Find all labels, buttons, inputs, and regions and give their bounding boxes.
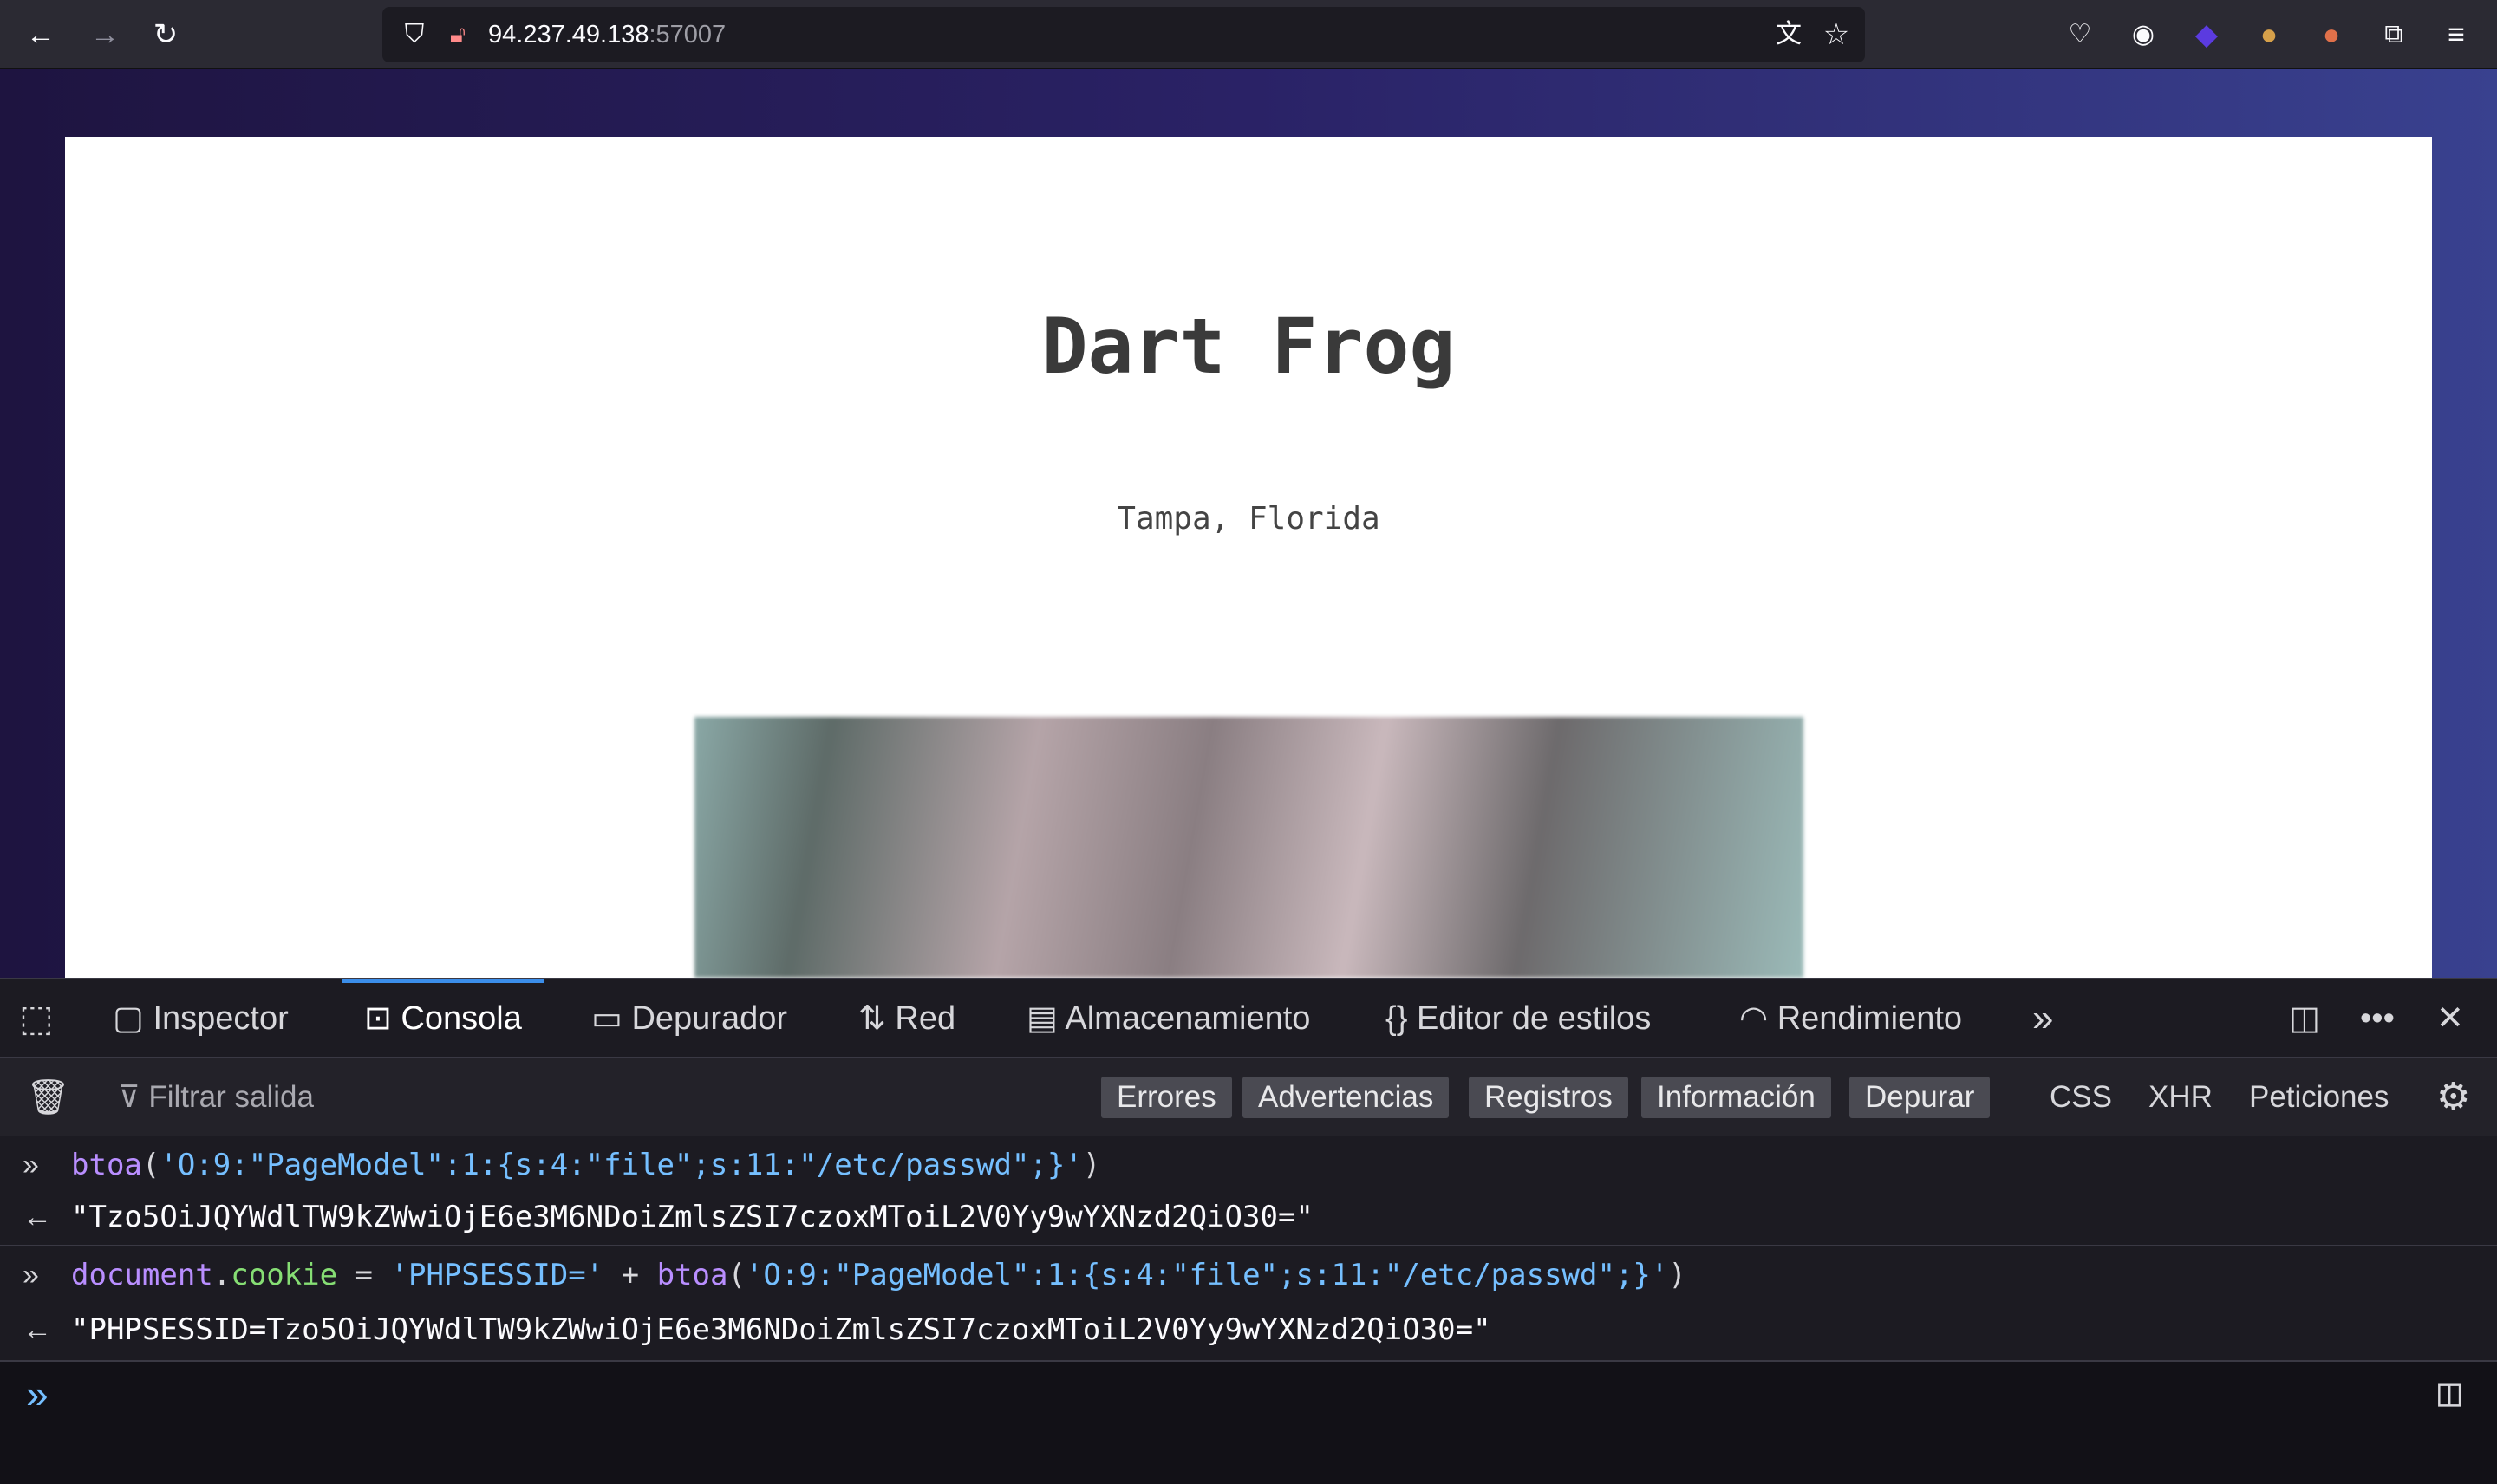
code-punct: ) [1082,1148,1101,1182]
tab-label: Depurador [631,1000,788,1037]
tab-label: Editor de estilos [1416,1000,1652,1037]
filter-css[interactable]: CSS [2050,1077,2112,1118]
code-fn: btoa [71,1148,142,1182]
menu-icon[interactable]: ≡ [2435,0,2478,69]
console-input-line: » btoa('O:9:"PageModel":1:{s:4:"file";s:1… [0,1136,2497,1194]
console-result-line: ← "Tzo5OiJQYWdlTW9kZWwiOjE6e3M6NDoiZmlsZS… [0,1188,2497,1246]
account-icon[interactable]: ◉ [2122,0,2165,69]
code-punct: ( [141,1148,160,1182]
tab-label: Almacenamiento [1065,1000,1311,1037]
console-input-line: » document.cookie = 'PHPSESSID=' + btoa('… [0,1246,2497,1304]
trash-icon[interactable]: 🗑︎ [26,1077,70,1118]
url-bar[interactable]: ⛉ 🔓︎ 94.237.49.138:57007 文 ☆ [382,7,1865,62]
code-string: 'O:9:"PageModel":1:{s:4:"file";s:11:"/et… [160,1148,1083,1182]
settings-gear-icon[interactable]: ⚙ [2436,1077,2470,1118]
page-viewport: Dart Frog Tampa, Florida [0,69,2497,978]
level-logs[interactable]: Registros [1469,1077,1628,1118]
level-info[interactable]: Información [1641,1077,1831,1118]
code-punct: ( [727,1258,746,1292]
code-punct: ) [1668,1258,1686,1292]
more-options-icon[interactable]: ••• [2360,979,2395,1058]
extension-badge-icon[interactable]: ● [2310,0,2353,69]
tab-network[interactable]: ⇅ Red [858,979,955,1058]
tab-label: Red [895,1000,956,1037]
code-prop: cookie [231,1258,338,1292]
code-punct: . [212,1258,231,1292]
code-string: 'O:9:"PageModel":1:{s:4:"file";s:11:"/et… [745,1258,1669,1292]
page-title: Dart Frog [1041,302,1456,391]
tab-performance[interactable]: ◠ Rendimiento [1739,979,1962,1058]
url-port: :57007 [649,21,727,49]
code-fn: btoa [656,1258,728,1292]
result-value: "PHPSESSID=Tzo5OiJQYWdlTW9kZWwiOjE6e3M6N… [71,1312,1491,1347]
tab-console[interactable]: ⊡ Consola [342,979,544,1058]
dock-icon[interactable]: ◫ [2289,979,2320,1058]
filter-requests[interactable]: Peticiones [2249,1077,2389,1118]
extensions-icon[interactable]: ⧉ [2372,0,2416,69]
more-tabs-icon[interactable]: » [2032,979,2053,1058]
element-picker-icon[interactable]: ⬚ [19,979,54,1058]
frog-photo [694,717,1803,978]
filter-placeholder: Filtrar salida [148,1080,314,1114]
page-subtitle: Tampa, Florida [1117,501,1380,537]
code-punct: = [337,1258,391,1292]
console-input[interactable]: » ◫ [0,1362,2497,1484]
extension-icon[interactable]: ◆ [2185,0,2228,69]
tab-storage[interactable]: ▤ Almacenamiento [1027,979,1310,1058]
tab-label: Inspector [153,1000,289,1037]
level-debug[interactable]: Depurar [1849,1077,1991,1118]
input-prompt-icon: » [23,1259,39,1292]
console-output: » btoa('O:9:"PageModel":1:{s:4:"file";s:1… [0,1136,2497,1484]
input-prompt-icon: » [26,1371,49,1416]
cookie-icon[interactable]: ● [2247,0,2291,69]
tab-style-editor[interactable]: {} Editor de estilos [1385,979,1651,1058]
back-icon[interactable]: ← [19,0,62,69]
browser-toolbar: ← → ↻ ⛉ 🔓︎ 94.237.49.138:57007 文 ☆ ♡ ◉ ◆… [0,0,2497,69]
editor-mode-icon[interactable]: ◫ [2438,1370,2461,1415]
tab-debugger[interactable]: ▭ Depurador [591,979,787,1058]
level-warnings[interactable]: Advertencias [1242,1077,1450,1118]
result-value: "Tzo5OiJQYWdlTW9kZWwiOjE6e3M6NDoiZmlsZSI… [71,1200,1314,1234]
pocket-icon[interactable]: ♡ [2058,0,2102,69]
code-string: 'PHPSESSID=' [390,1258,604,1292]
tab-label: Consola [401,1000,522,1037]
code-punct: + [603,1258,657,1292]
filter-xhr[interactable]: XHR [2148,1077,2213,1118]
url-host: 94.237.49.138 [488,21,649,49]
star-icon[interactable]: ☆ [1815,7,1858,62]
tab-inspector[interactable]: ▢ Inspector [113,979,289,1058]
console-result-line: ← "PHPSESSID=Tzo5OiJQYWdlTW9kZWwiOjE6e3M6… [0,1301,2497,1358]
close-icon[interactable]: ✕ [2436,979,2464,1058]
forward-icon[interactable]: → [83,0,127,69]
level-errors[interactable]: Errores [1101,1077,1232,1118]
tab-label: Rendimiento [1777,1000,1963,1037]
console-filter-bar: 🗑︎ ⊽ Filtrar salida Errores Advertencias… [0,1058,2497,1136]
insecure-lock-icon[interactable]: 🔓︎ [436,7,479,62]
input-prompt-icon: » [23,1149,39,1181]
filter-input[interactable]: ⊽ Filtrar salida [118,1077,314,1118]
devtools-tabbar: ⬚ ▢ Inspector ⊡ Consola ▭ Depurador ⇅ Re… [0,978,2497,1058]
code-obj: document [71,1258,213,1292]
shield-icon[interactable]: ⛉ [393,7,436,62]
translate-icon[interactable]: 文 [1767,7,1810,62]
reload-icon[interactable]: ↻ [144,0,187,69]
result-arrow-icon: ← [23,1201,52,1233]
content-card: Dart Frog Tampa, Florida [65,137,2432,978]
result-arrow-icon: ← [23,1313,52,1346]
